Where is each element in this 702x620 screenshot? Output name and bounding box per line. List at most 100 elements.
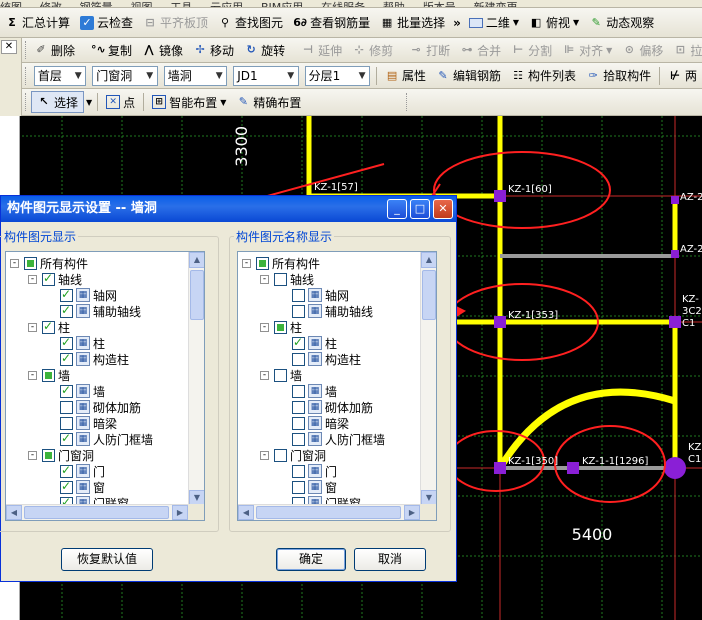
mirror-button[interactable]: ⋀ 镜像 [137,39,188,61]
view-2d-dropdown[interactable]: 二维 ▼ [464,12,524,34]
horizontal-scrollbar[interactable]: ◀ ▶ [238,504,436,520]
tree-node[interactable]: ▦ 砌体加筋 [60,399,141,415]
tree-checkbox[interactable] [292,304,305,318]
precise-layout-button[interactable]: ✎ 精确布置 [231,91,306,113]
collapse-toggle-icon[interactable]: - [260,322,269,332]
tree-node[interactable]: - 门窗洞 [28,447,94,463]
restore-defaults-button[interactable]: 恢复默认值 [61,548,153,571]
tree-checkbox[interactable] [60,416,73,430]
menu-item[interactable]: 视图 [130,0,152,7]
find-element-button[interactable]: ⚲ 查找图元 [213,12,288,34]
tree-node[interactable]: ▦辅助轴线 [60,303,141,319]
horizontal-scrollbar[interactable]: ◀ ▶ [6,504,204,520]
menu-item[interactable]: 帮助 [383,0,405,7]
collapse-toggle-icon[interactable]: - [260,450,269,460]
flat-top-button[interactable]: ⊟ 平齐板顶 [138,12,213,34]
break-button[interactable]: ⊸ 打断 [404,39,455,61]
component-list-button[interactable]: ☷ 构件列表 [506,65,581,87]
tree-checkbox[interactable] [60,303,73,318]
edit-rebar-button[interactable]: ✎ 编辑钢筋 [431,65,506,87]
smart-layout-dropdown[interactable]: ⊞ 智能布置 ▼ [147,91,231,113]
collapse-toggle-icon[interactable]: - [242,258,251,268]
sum-calc-button[interactable]: Σ 汇总计算 [0,12,75,34]
tree-node[interactable]: ▦轴网 [60,287,117,303]
toolbar-overflow-button[interactable]: » [450,12,464,34]
tree-node[interactable]: ▦辅助轴线 [292,303,373,319]
tree-checkbox[interactable] [60,287,73,302]
tree-node[interactable]: -柱 [28,319,70,335]
tree-node[interactable]: - 轴线 [28,271,82,287]
vertical-scrollbar[interactable]: ▲ ▼ [188,252,204,506]
tree-node[interactable]: -墙 [260,367,302,383]
menu-item[interactable]: BIM应用 [261,0,303,7]
element-select[interactable]: JD1 ▼ [233,65,299,86]
tree-node[interactable]: -柱 [260,319,302,335]
tree-node[interactable]: ▦墙 [60,383,105,399]
tree-node[interactable]: - 门窗洞 [260,447,326,463]
floor-select[interactable]: 首层 ▼ [33,65,87,86]
vertical-scrollbar[interactable]: ▲ ▼ [420,252,436,506]
tree-checkbox[interactable] [60,351,73,366]
tree-checkbox[interactable] [60,479,73,494]
collapse-toggle-icon[interactable]: - [28,322,37,332]
maximize-icon[interactable]: □ [410,199,430,219]
tree-checkbox[interactable] [292,335,305,350]
tree-checkbox[interactable] [60,335,73,350]
tree-node[interactable]: - 轴线 [260,271,314,287]
align-dropdown[interactable]: ⊫ 对齐 ▼ [557,39,617,61]
tree-checkbox[interactable] [292,464,305,478]
tree-node[interactable]: ▦墙 [292,383,337,399]
menu-item[interactable]: 钢筋量 [80,0,113,7]
tree-checkbox[interactable] [292,416,305,430]
menu-item[interactable]: 版本号 [423,0,456,7]
scroll-thumb[interactable] [24,506,169,519]
property-button[interactable]: ▤ 属性 [380,65,431,87]
scroll-thumb[interactable] [256,506,401,519]
scroll-thumb[interactable] [190,270,204,320]
type-select[interactable]: 墙洞 ▼ [163,65,228,86]
extend-button[interactable]: ⊣ 延伸 [296,39,347,61]
dynamic-view-button[interactable]: ✎ 动态观察 [584,12,659,34]
move-button[interactable]: ✢ 移动 [188,39,239,61]
tree-node[interactable]: ▦人防门框墙 [60,431,153,447]
menu-item[interactable]: 统图 [0,0,22,7]
close-icon[interactable]: ✕ [433,199,453,219]
point-button[interactable]: ✕ 点 [101,91,140,113]
tree-checkbox[interactable] [60,431,73,446]
tree-checkbox[interactable] [274,448,287,462]
tree-node[interactable]: -墙 [28,367,70,383]
ok-button[interactable]: 确定 [276,548,346,571]
tree-checkbox[interactable] [60,463,73,478]
scroll-up-icon[interactable]: ▲ [189,252,204,268]
copy-button[interactable]: °∿ 复制 [86,39,137,61]
tree-checkbox[interactable] [292,384,305,398]
tree-checkbox[interactable] [274,368,287,382]
tree-node[interactable]: ▦柱 [292,335,337,351]
scroll-left-icon[interactable]: ◀ [6,505,22,520]
tree-checkbox[interactable] [292,432,305,446]
view-mode-dropdown[interactable]: ◧ 俯视 ▼ [524,12,584,34]
close-icon[interactable]: ✕ [1,40,17,54]
tree-node[interactable]: ▦门 [60,463,105,479]
tree-node[interactable]: ▦人防门框墙 [292,431,385,447]
select-dropdown[interactable]: ▼ [84,91,94,113]
tree-node[interactable]: ▦门 [292,463,337,479]
tree-checkbox[interactable] [42,368,55,382]
rotate-button[interactable]: ↻ 旋转 [239,39,290,61]
tree-node[interactable]: ▦轴网 [292,287,349,303]
collapse-toggle-icon[interactable]: - [28,274,37,284]
layer-select[interactable]: 分层1 ▼ [304,65,371,86]
tree-checkbox[interactable] [42,448,55,462]
element-name-display-tree[interactable]: -所有构件-轴线▦轴网▦辅助轴线-柱▦柱▦构造柱-墙▦墙▦砌体加筋▦暗梁▦人防门… [237,251,437,521]
tree-checkbox[interactable] [274,320,287,334]
scroll-thumb[interactable] [422,270,436,320]
tree-checkbox[interactable] [60,383,73,398]
tree-checkbox[interactable] [42,271,55,286]
tree-checkbox[interactable] [24,256,37,270]
split-button[interactable]: ⊢ 分割 [506,39,557,61]
collapse-toggle-icon[interactable]: - [260,274,269,284]
tree-checkbox[interactable] [292,480,305,494]
collapse-toggle-icon[interactable]: - [28,370,37,380]
offset-button[interactable]: ⊙ 偏移 [617,39,668,61]
menu-item[interactable]: 新建变更 [474,0,518,7]
